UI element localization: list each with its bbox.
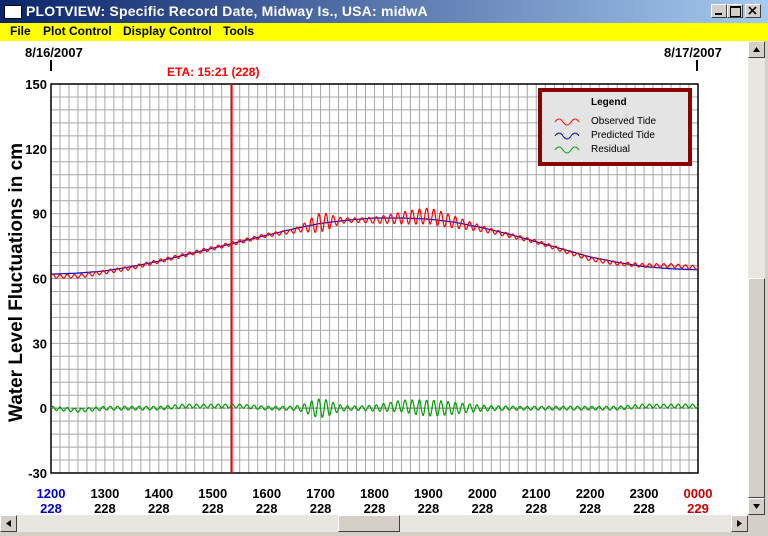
right-date-label: 8/17/2007 <box>664 45 722 60</box>
x-tick-day-label: 228 <box>94 501 116 515</box>
x-tick-day-label: 228 <box>633 501 655 515</box>
legend-residual-label: Residual <box>591 144 630 155</box>
legend-observed-label: Observed Tide <box>591 116 656 127</box>
menu-file[interactable]: File <box>10 24 31 38</box>
x-tick-time-label: 2200 <box>576 486 605 501</box>
scroll-down-button[interactable] <box>748 498 765 515</box>
plot-area: 8/16/2007 8/17/2007 ETA: 15:21 (228) -30… <box>0 41 748 516</box>
x-tick-day-label: 228 <box>471 501 493 515</box>
y-axis-ticks: -30 0 30 60 90 120 150 <box>25 77 47 481</box>
arrow-down-icon <box>753 504 760 509</box>
menu-bar: File Plot Control Display Control Tools <box>0 23 768 41</box>
x-tick-day-label: 228 <box>40 501 62 515</box>
x-tick-time-label: 2100 <box>522 486 551 501</box>
x-tick-time-label: 1300 <box>90 486 119 501</box>
y-tick-label: -30 <box>28 466 47 481</box>
title-bar: PLOTVIEW: Specific Record Date, Midway I… <box>0 0 768 23</box>
minimize-button[interactable] <box>711 4 727 18</box>
y-axis-label: Water Level Fluctuations in cm <box>6 143 27 422</box>
x-tick-day-label: 229 <box>687 501 709 515</box>
x-tick-time-label: 0000 <box>684 486 713 501</box>
left-date-label: 8/16/2007 <box>25 45 83 60</box>
legend-predicted-label: Predicted Tide <box>591 130 655 141</box>
y-tick-label: 90 <box>33 207 47 222</box>
arrow-left-icon <box>6 520 11 527</box>
scroll-corner <box>748 515 765 532</box>
x-tick-day-label: 228 <box>579 501 601 515</box>
x-tick-day-label: 228 <box>418 501 440 515</box>
x-tick-day-label: 228 <box>202 501 224 515</box>
x-tick-time-label: 1200 <box>37 486 66 501</box>
y-tick-label: 120 <box>25 142 47 157</box>
close-button[interactable] <box>745 4 761 18</box>
x-tick-time-label: 1900 <box>414 486 443 501</box>
menu-plot-control[interactable]: Plot Control <box>43 24 112 38</box>
x-tick-time-label: 1700 <box>306 486 335 501</box>
eta-label: ETA: 15:21 (228) <box>167 65 259 79</box>
x-tick-day-label: 228 <box>310 501 332 515</box>
x-tick-time-label: 1500 <box>198 486 227 501</box>
x-tick-time-label: 1800 <box>360 486 389 501</box>
x-tick-day-label: 228 <box>148 501 170 515</box>
scroll-up-button[interactable] <box>748 41 765 58</box>
x-tick-time-label: 1400 <box>144 486 173 501</box>
y-tick-label: 30 <box>33 336 47 351</box>
vertical-scrollbar[interactable] <box>748 41 765 515</box>
x-tick-time-label: 1600 <box>252 486 281 501</box>
maximize-button[interactable] <box>727 4 743 18</box>
x-tick-time-label: 2300 <box>630 486 659 501</box>
menu-tools[interactable]: Tools <box>223 24 254 38</box>
vertical-scroll-thumb[interactable] <box>748 278 765 498</box>
legend-title: Legend <box>591 97 627 108</box>
horizontal-scrollbar[interactable] <box>0 515 748 532</box>
scroll-left-button[interactable] <box>0 515 17 532</box>
y-tick-label: 60 <box>33 272 47 287</box>
maximize-icon <box>730 6 741 17</box>
y-tick-label: 0 <box>40 401 47 416</box>
arrow-up-icon <box>753 47 760 52</box>
x-axis-ticks: 1200228130022814002281500228160022817002… <box>37 486 713 516</box>
minimize-icon <box>715 13 722 15</box>
horizontal-scroll-thumb[interactable] <box>338 515 400 532</box>
tide-chart: 8/16/2007 8/17/2007 ETA: 15:21 (228) -30… <box>6 45 722 516</box>
legend: Legend Observed Tide Predicted Tide Resi… <box>538 88 692 166</box>
x-tick-day-label: 228 <box>525 501 547 515</box>
arrow-right-icon <box>737 520 742 527</box>
y-tick-label: 150 <box>25 77 47 92</box>
scroll-right-button[interactable] <box>731 515 748 532</box>
menu-display-control[interactable]: Display Control <box>123 24 212 38</box>
x-tick-time-label: 2000 <box>468 486 497 501</box>
app-icon <box>4 5 22 19</box>
window-title: PLOTVIEW: Specific Record Date, Midway I… <box>26 3 428 19</box>
close-icon <box>748 6 757 15</box>
x-tick-day-label: 228 <box>364 501 386 515</box>
x-tick-day-label: 228 <box>256 501 278 515</box>
